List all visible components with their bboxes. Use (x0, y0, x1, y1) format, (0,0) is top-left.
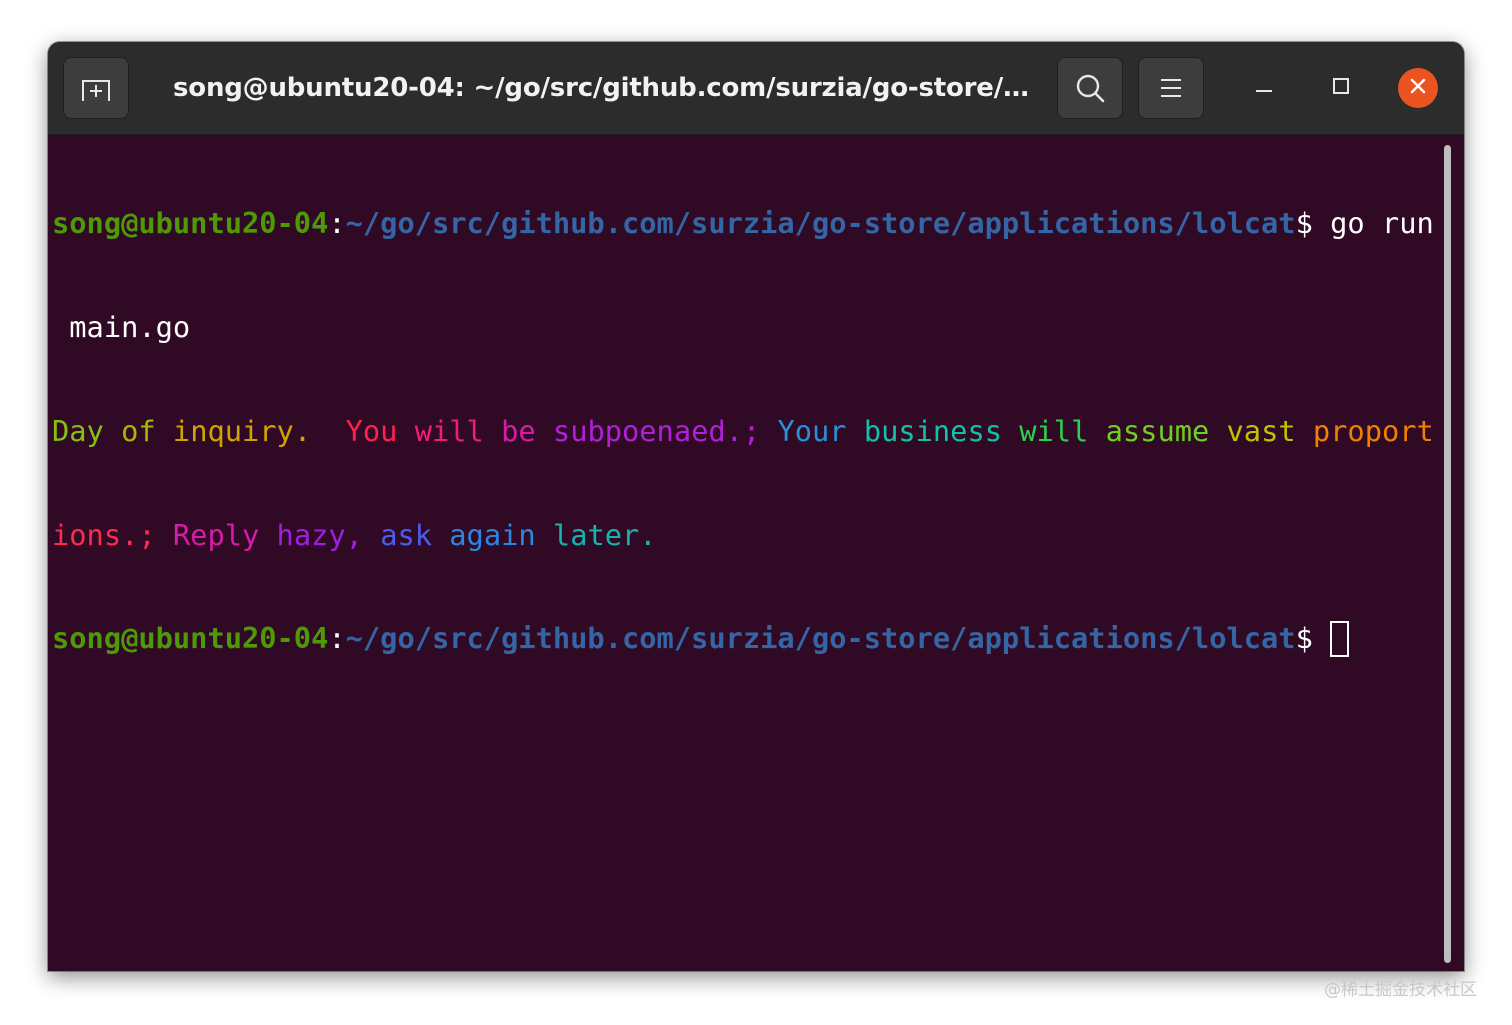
command-text: go run (1312, 206, 1434, 241)
close-icon (1409, 77, 1427, 99)
terminal-line-output-2: ions.; Reply hazy, ask again later. (52, 518, 1434, 553)
terminal-cursor (1330, 621, 1350, 658)
terminal-output: song@ubuntu20-04:~/go/src/github.com/sur… (52, 137, 1434, 725)
command-text-wrap: main.go (52, 309, 191, 344)
output-word: again (449, 517, 553, 552)
maximize-button[interactable] (1321, 68, 1361, 108)
maximize-icon (1332, 77, 1350, 99)
new-tab-button[interactable] (63, 57, 129, 119)
output-word (311, 414, 346, 448)
output-word: You (345, 413, 415, 448)
menu-button[interactable] (1138, 57, 1204, 119)
output-word: hazy, (276, 517, 381, 552)
output-word: proport (1312, 413, 1434, 448)
terminal-line-command-wrap: main.go (52, 310, 1434, 345)
terminal-window: song@ubuntu20-04: ~/go/src/github.com/su… (48, 42, 1464, 971)
output-word: Your (777, 413, 864, 448)
output-word: inquiry. (172, 413, 312, 448)
terminal-line-output-1: Day of inquiry. You will be subpoenaed.;… (52, 414, 1434, 449)
output-word: vast (1226, 413, 1313, 448)
terminal-line-prompt: song@ubuntu20-04:~/go/src/github.com/sur… (52, 621, 1434, 658)
output-word: be (501, 413, 553, 448)
watermark: @稀土掘金技术社区 (1324, 980, 1477, 1000)
minimize-icon (1255, 77, 1273, 99)
output-word: will (414, 413, 502, 448)
output-word: Reply (172, 517, 277, 552)
prompt-user-host: song@ubuntu20-04 (52, 621, 329, 656)
output-word: assume (1105, 413, 1227, 448)
output-word: later. (552, 517, 657, 552)
hamburger-menu-icon (1160, 78, 1182, 98)
title-bar[interactable]: song@ubuntu20-04: ~/go/src/github.com/su… (48, 42, 1464, 135)
output-word: will (1019, 413, 1106, 448)
prompt-separator: : (328, 621, 346, 656)
prompt-path: ~/go/src/github.com/surzia/go-store/appl… (345, 621, 1296, 656)
prompt-path: ~/go/src/github.com/surzia/go-store/appl… (345, 206, 1296, 241)
new-tab-icon (80, 74, 112, 102)
output-word: subpoenaed.; (552, 413, 778, 448)
minimize-button[interactable] (1244, 68, 1284, 108)
prompt-symbol: $ (1295, 621, 1313, 656)
terminal-area[interactable]: song@ubuntu20-04:~/go/src/github.com/sur… (48, 135, 1464, 971)
prompt-symbol: $ (1295, 206, 1313, 241)
prompt-separator: : (328, 206, 346, 241)
output-word: Day (52, 413, 122, 448)
output-word: ions.; (52, 517, 173, 552)
close-button[interactable] (1398, 68, 1438, 108)
output-word: of (121, 413, 173, 448)
search-button[interactable] (1057, 57, 1123, 119)
output-word: ask (380, 517, 450, 552)
terminal-line-command: song@ubuntu20-04:~/go/src/github.com/sur… (52, 206, 1434, 241)
window-title: song@ubuntu20-04: ~/go/src/github.com/su… (173, 73, 1033, 103)
prompt-user-host: song@ubuntu20-04 (52, 206, 329, 241)
output-word: business (863, 413, 1020, 448)
scrollbar[interactable] (1444, 145, 1451, 963)
search-icon (1075, 73, 1105, 103)
